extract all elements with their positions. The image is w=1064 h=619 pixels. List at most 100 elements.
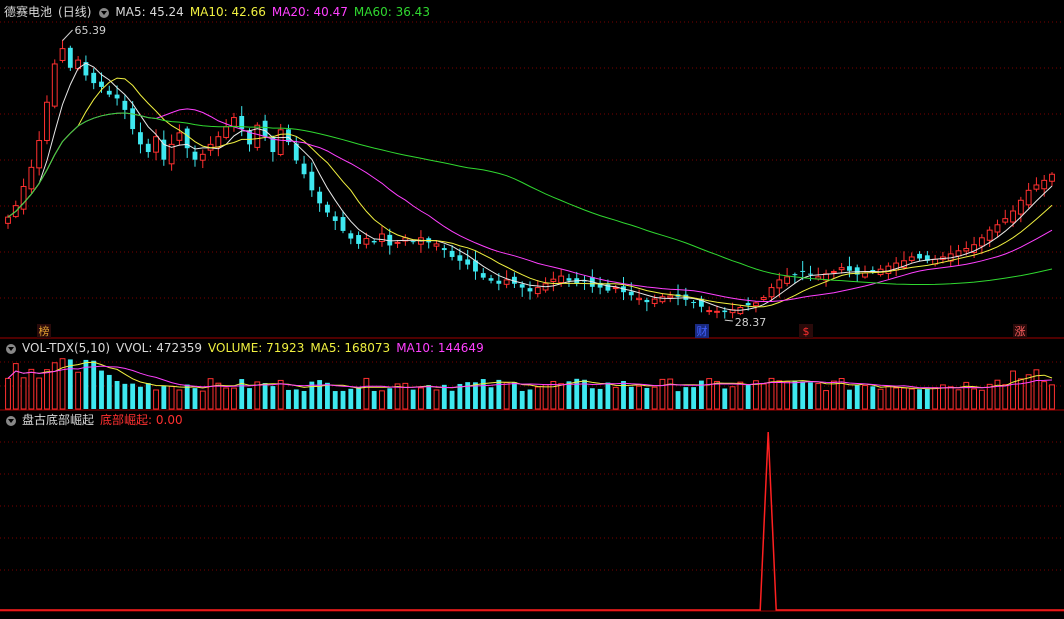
candle-body (963, 248, 970, 252)
candle-body (301, 163, 307, 175)
volume-bar (1041, 381, 1048, 410)
candle-body (59, 48, 66, 61)
candle-body (994, 224, 1001, 233)
candle-body (691, 301, 697, 303)
candle-body (215, 136, 222, 148)
candle-body (67, 47, 73, 68)
candle-body (519, 284, 525, 288)
volume-bar (924, 389, 930, 409)
candle-body (838, 267, 845, 271)
volume-bar (348, 388, 354, 409)
volume-bar (293, 389, 299, 409)
candle-body (628, 291, 634, 296)
stock-chart-canvas[interactable]: 65.39 28.37 榜 财 $ 涨 (0, 0, 1064, 616)
volume-bar (917, 389, 922, 409)
volume-bar (433, 389, 440, 410)
volume-bar (122, 383, 128, 409)
candle-body (130, 108, 136, 130)
candle-body (558, 275, 565, 284)
candle-body (527, 288, 533, 292)
candle-body (340, 217, 346, 231)
candle-body (862, 272, 868, 278)
candle-body (917, 253, 922, 259)
ma20-legend: MA20: 40.47 (271, 5, 348, 19)
candle-body (830, 270, 837, 273)
candle-body (800, 270, 806, 272)
volume-bar (651, 386, 658, 410)
candle-body (1041, 179, 1048, 190)
chart-stage[interactable]: 65.39 28.37 榜 财 $ 涨 德赛电池 (日线) MA5: 45.24 MA10: 4… (0, 0, 1064, 616)
volume-bar (800, 381, 806, 409)
candle-body (394, 241, 401, 244)
volume-bar (247, 388, 252, 409)
indicator-panel-header: 盘古底部崛起 底部崛起: 0.00 (4, 412, 189, 428)
volume-bar (441, 384, 447, 409)
candle-body (808, 273, 813, 275)
candle-body (706, 310, 713, 313)
candle-body (1033, 184, 1040, 190)
candle-body (36, 140, 43, 169)
candle-body (480, 273, 486, 278)
candle-body (760, 297, 767, 300)
volume-bar (784, 381, 791, 410)
vol-ma10-legend: MA10: 144649 (396, 341, 484, 355)
volume-bar (207, 378, 214, 410)
candle-body (371, 240, 377, 243)
chevron-down-icon[interactable] (99, 7, 110, 18)
volume-bar (317, 380, 323, 409)
volume-bar (91, 360, 97, 409)
candle-body (348, 233, 354, 239)
volume-bar (847, 389, 852, 409)
chevron-down-icon[interactable] (6, 343, 16, 354)
volume-bar (932, 387, 939, 410)
volume-bar (332, 391, 338, 409)
volume-bar (309, 381, 315, 409)
volume-bar (527, 389, 533, 409)
candle-body (114, 94, 120, 99)
volume-bar (426, 385, 432, 409)
volume-bar (270, 386, 276, 409)
candle-body (465, 259, 471, 265)
candle-body (667, 295, 674, 299)
candle-body (644, 299, 650, 303)
event-badge: 榜 (39, 324, 50, 338)
candle-body (659, 296, 666, 303)
volume-bar (325, 382, 330, 409)
volume-bar (589, 388, 595, 409)
volume-bar (947, 386, 954, 410)
ma60-line (7, 112, 1053, 285)
candle-body (457, 255, 463, 261)
candle-body (1049, 173, 1055, 182)
volume-bar (223, 387, 230, 410)
candle-body (309, 171, 315, 191)
volume-bar (885, 386, 892, 410)
candle-body (784, 276, 791, 284)
volume-bar (145, 383, 151, 409)
candle-body (192, 151, 198, 160)
candle-body (566, 278, 572, 281)
volume-bar (994, 379, 1001, 410)
candle-body (5, 216, 11, 224)
volume-ma5-line (7, 361, 1053, 390)
volume-bar (418, 387, 424, 410)
chevron-down-icon[interactable] (6, 415, 16, 426)
volume-bar (628, 386, 634, 409)
volume-bar (184, 384, 190, 409)
candle-body (262, 120, 268, 137)
vvol-legend: VVOL: 472359 (116, 341, 203, 355)
volume-bar (706, 378, 713, 410)
volume-bar (815, 383, 822, 410)
volume-bar (410, 389, 416, 409)
candle-body (651, 298, 658, 304)
ma20-line (7, 108, 1053, 302)
volume-bar (277, 379, 284, 410)
candle-body (286, 129, 291, 143)
volume-bar (371, 390, 377, 409)
volume-bar (161, 385, 167, 409)
volume-bar (760, 383, 767, 410)
volume-bar (75, 371, 82, 410)
volume-bar (776, 380, 783, 410)
volume-bar (254, 381, 261, 410)
volume-bar (1025, 374, 1032, 410)
volume-bar (379, 390, 385, 410)
